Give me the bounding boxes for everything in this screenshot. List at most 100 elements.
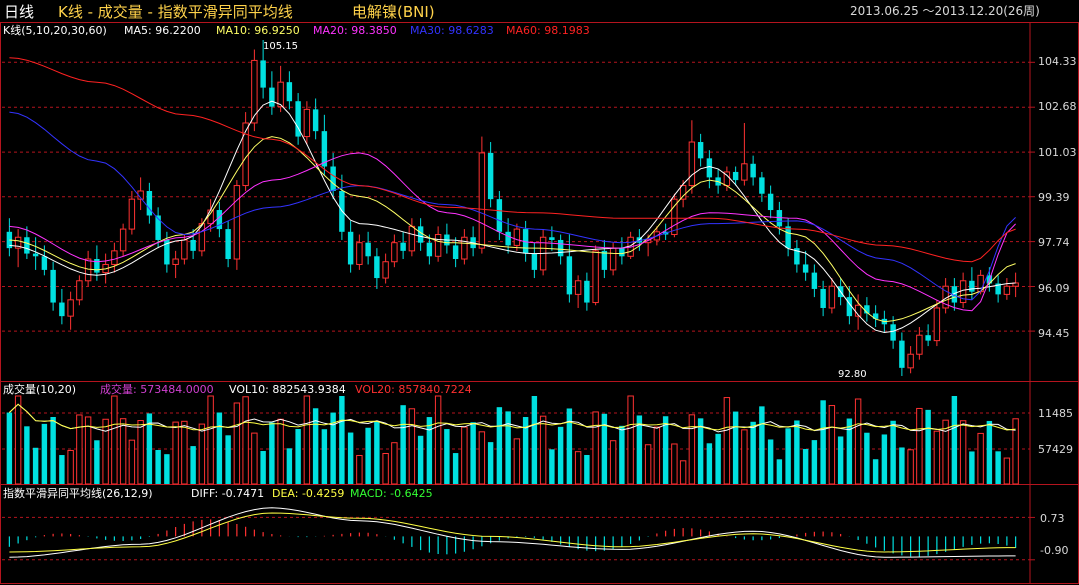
volume-bar (461, 426, 468, 485)
volume-bar (881, 434, 888, 484)
volume-bar (225, 435, 231, 484)
candle-body (374, 256, 380, 279)
volume-bar (365, 427, 371, 484)
candle-body (242, 122, 249, 187)
volume-bar (767, 439, 774, 484)
volume-bar (776, 459, 783, 484)
volume-bar (24, 426, 30, 484)
price-tick: 97.74 (1038, 236, 1070, 249)
volume-bar (94, 440, 100, 484)
volume-bar (67, 449, 74, 485)
volume-bar (715, 433, 721, 484)
volume-bar (260, 451, 266, 484)
volume-bar (741, 429, 748, 485)
volume-bar (382, 452, 389, 485)
candle-body (549, 237, 555, 240)
volume-bar (408, 408, 416, 485)
candle-body (505, 231, 511, 246)
volume-tick: 11485 (1038, 407, 1073, 420)
volume-bar (391, 442, 398, 485)
candle-body (785, 226, 791, 249)
volume-bar (574, 451, 582, 485)
candle-body (732, 171, 739, 181)
volume-bar (785, 428, 791, 484)
macd-legend: 指数平滑异同平均线(26,12,9) (3, 487, 153, 500)
vol20-label: VOL20: 857840.7224 (355, 383, 472, 396)
volume-bar (59, 455, 65, 484)
candle-body (434, 234, 442, 257)
candle-body (916, 334, 923, 355)
volume-bar (444, 429, 450, 484)
candle-body (907, 353, 914, 369)
volume-bar (653, 426, 661, 485)
volume-bar (470, 422, 476, 484)
candle-body (111, 250, 118, 265)
candle-body (811, 272, 818, 289)
volume-bar (277, 418, 284, 485)
candle-body (461, 236, 468, 260)
volume-bar (417, 435, 424, 484)
volume-bar (242, 396, 249, 485)
ma-line-ma30 (9, 111, 1016, 301)
volume-bar (688, 414, 696, 485)
candle-body (417, 226, 424, 243)
volume-bar (872, 459, 879, 484)
volume-bar (942, 419, 949, 485)
volume-bar (933, 430, 941, 485)
diff-line (9, 507, 1016, 558)
candle-body (609, 247, 617, 271)
volume-bar (76, 414, 83, 485)
candle-body (925, 335, 931, 341)
volume-bar (531, 396, 538, 484)
ma10-label: MA10: 96.9250 (216, 24, 300, 37)
volume-bar (339, 396, 345, 484)
volume-bar (609, 440, 617, 485)
candle-body (969, 280, 975, 292)
candle-body (574, 280, 582, 295)
volume-bar (951, 396, 958, 484)
candle-body (601, 250, 608, 270)
candle-body (181, 239, 188, 260)
candle-body (531, 253, 538, 270)
candle-body (408, 225, 416, 252)
candle-body (41, 256, 48, 270)
volume-bar (566, 408, 573, 484)
volume-bar (811, 440, 818, 484)
candle-body (365, 242, 371, 257)
candle-body (513, 228, 521, 246)
volume-bar (356, 454, 363, 485)
candle-body (452, 245, 459, 260)
volume-bar (557, 426, 564, 484)
candle-body (557, 239, 564, 257)
candle-body (225, 229, 231, 260)
volume-bar (916, 407, 923, 485)
price-tick: 102.68 (1038, 100, 1077, 113)
volume-bar (137, 420, 144, 485)
volume-bar (102, 418, 109, 485)
volume-bar (295, 428, 301, 484)
macd-value-label: MACD: -0.6425 (350, 487, 433, 500)
chart-canvas[interactable] (0, 0, 1079, 585)
volume-bar (400, 405, 406, 484)
diff-label: DIFF: -0.7471 (191, 487, 265, 500)
candle-body (76, 280, 83, 301)
volume-bar (50, 416, 56, 484)
volume-bar (890, 420, 896, 484)
volume-bar (671, 443, 678, 485)
candle-body (67, 299, 74, 317)
volume-bar (854, 398, 862, 485)
volume-bar (794, 420, 800, 484)
volume-bar (505, 411, 511, 484)
volume-bar (6, 412, 13, 484)
candle-body (260, 60, 266, 88)
volume-bar (426, 417, 433, 484)
ma30-label: MA30: 98.6283 (410, 24, 494, 37)
volume-bar (539, 415, 547, 485)
candle-body (592, 250, 599, 304)
candle-body (828, 285, 836, 309)
candle-body (933, 307, 941, 342)
ma5-label: MA5: 96.2200 (124, 24, 201, 37)
candle-body (50, 269, 56, 303)
volume-bar (644, 444, 652, 485)
chart-window: 日线 K线 - 成交量 - 指数平滑异同平均线 电解镍(BNI) 2013.06… (0, 0, 1079, 585)
